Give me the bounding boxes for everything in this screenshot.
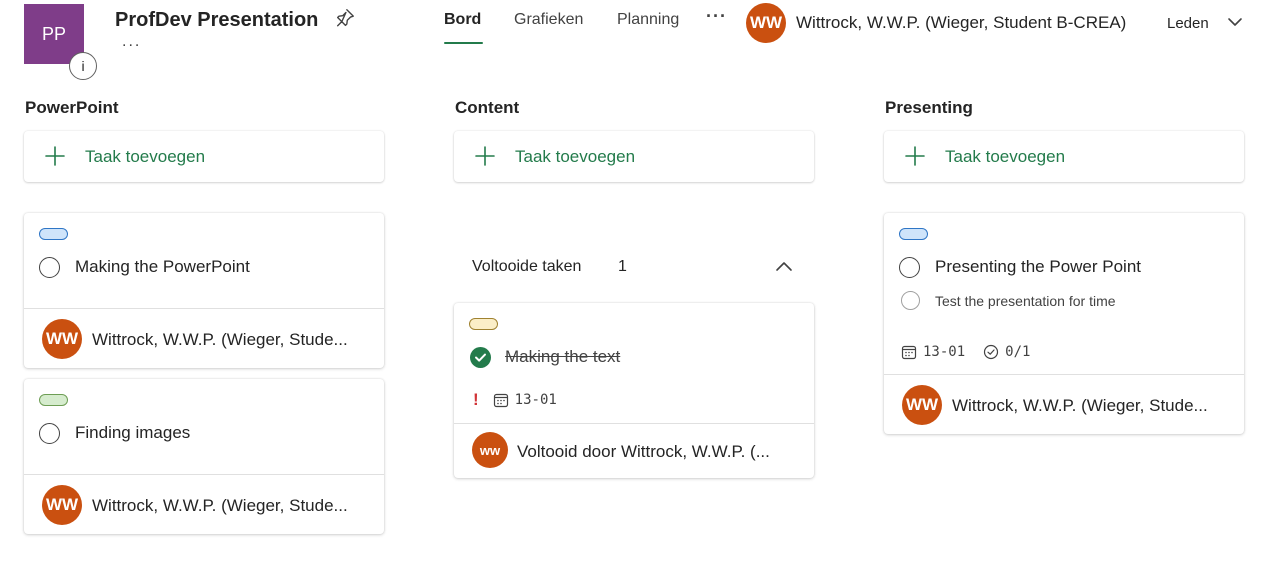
task-title: Finding images [75, 423, 191, 442]
add-task-label: Taak toevoegen [945, 147, 1066, 166]
add-task-label: Taak toevoegen [85, 147, 206, 166]
assignee-avatar: WW [42, 319, 82, 359]
task-card[interactable]: Making the PowerPoint WW Wittrock, W.W.P… [24, 213, 384, 368]
user-name[interactable]: Wittrock, W.W.P. (Wieger, Student B-CREA… [796, 13, 1126, 33]
card-divider [884, 374, 1244, 375]
assignee-initials: WW [45, 329, 79, 348]
bucket-title[interactable]: PowerPoint [25, 98, 119, 118]
plan-more-button[interactable]: ... [122, 33, 141, 51]
card-divider [24, 474, 384, 475]
add-task-button[interactable]: Taak toevoegen [24, 131, 384, 182]
due-date: 13-01 [514, 392, 557, 408]
plus-icon [905, 146, 925, 166]
plus-icon [475, 146, 495, 166]
plan-info-button[interactable]: i [69, 52, 97, 80]
completed-by: Voltooid door Wittrock, W.W.P. (... [517, 442, 770, 461]
completed-tasks-label: Voltooide taken [472, 258, 582, 275]
task-meta: ! 13-01 [473, 390, 557, 410]
user-initials: WW [749, 13, 783, 32]
tab-charts[interactable]: Grafieken [514, 11, 583, 29]
task-label-badge [469, 318, 498, 330]
add-task-label: Taak toevoegen [515, 147, 636, 166]
chevron-up-icon[interactable] [775, 258, 793, 276]
user-avatar[interactable]: WW [746, 3, 786, 43]
chevron-down-icon[interactable] [1227, 14, 1243, 30]
bucket-title[interactable]: Content [455, 98, 519, 118]
card-divider [24, 308, 384, 309]
task-label-badge [899, 228, 928, 240]
task-card[interactable]: Presenting the Power Point Test the pres… [884, 213, 1244, 434]
assignee-initials: WW [905, 395, 939, 414]
assignee-initials: ww [479, 442, 501, 458]
checklist-icon [984, 344, 999, 360]
assignee-name: Wittrock, W.W.P. (Wieger, Stude... [92, 330, 348, 349]
subtask-text: Test the presentation for time [935, 293, 1116, 309]
plus-icon [45, 146, 65, 166]
add-task-button[interactable]: Taak toevoegen [454, 131, 814, 182]
tab-schedule[interactable]: Planning [617, 11, 679, 29]
assignee-initials: WW [45, 495, 79, 514]
assignee-name: Wittrock, W.W.P. (Wieger, Stude... [92, 496, 348, 515]
members-button[interactable]: Leden [1167, 15, 1209, 32]
complete-task-checkbox[interactable] [899, 257, 920, 278]
complete-task-checkbox[interactable] [39, 423, 60, 444]
task-card[interactable]: Making the text ! 13-01 ww Voltooid door… [454, 303, 814, 478]
due-date: 13-01 [923, 344, 966, 360]
plan-title: ProfDev Presentation [115, 9, 319, 31]
task-label-badge [39, 228, 68, 240]
task-card[interactable]: Finding images WW Wittrock, W.W.P. (Wieg… [24, 379, 384, 534]
task-meta: 13-01 0/1 [901, 344, 1030, 360]
complete-task-checkbox[interactable] [39, 257, 60, 278]
assignee-avatar: ww [472, 432, 508, 468]
task-title: Presenting the Power Point [935, 257, 1142, 276]
calendar-icon [493, 393, 508, 408]
plan-initials: PP [41, 23, 66, 44]
card-divider [454, 423, 814, 424]
priority-urgent-icon: ! [473, 390, 479, 409]
completed-tasks-count: 1 [618, 258, 627, 275]
completed-tasks-toggle[interactable]: Voltooide taken 1 [454, 248, 814, 284]
pin-icon[interactable] [334, 7, 356, 29]
tab-board[interactable]: Bord [444, 11, 481, 29]
assignee-name: Wittrock, W.W.P. (Wieger, Stude... [952, 396, 1208, 415]
info-icon: i [81, 58, 85, 74]
assignee-avatar: WW [902, 385, 942, 425]
calendar-icon [901, 345, 917, 360]
subtask-checkbox[interactable] [901, 291, 920, 310]
active-tab-indicator [444, 42, 483, 44]
task-title: Making the text [505, 347, 621, 366]
add-task-button[interactable]: Taak toevoegen [884, 131, 1244, 182]
assignee-avatar: WW [42, 485, 82, 525]
more-views-button[interactable]: ··· [706, 6, 727, 27]
bucket-title[interactable]: Presenting [885, 98, 973, 118]
task-title: Making the PowerPoint [75, 257, 250, 276]
checklist-progress: 0/1 [1005, 344, 1031, 360]
completed-check-icon[interactable] [470, 347, 491, 368]
task-label-badge [39, 394, 68, 406]
